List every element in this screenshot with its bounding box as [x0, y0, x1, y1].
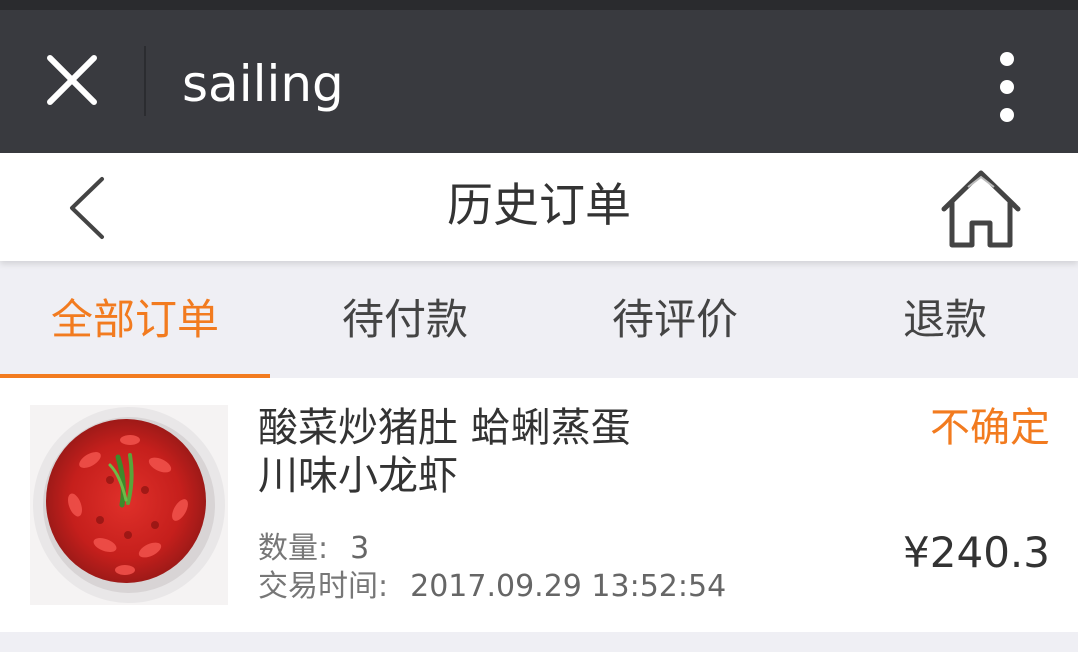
quantity-value: 3 [350, 531, 370, 566]
status-bar [0, 0, 1078, 10]
time-label: 交易时间: [258, 569, 389, 604]
page-header: 历史订单 [0, 153, 1078, 261]
order-status: 不确定 [930, 405, 1050, 451]
tab-pending-review[interactable]: 待评价 [540, 261, 810, 378]
home-button[interactable] [938, 167, 1024, 251]
browser-top-bar: sailing [0, 10, 1078, 153]
divider [144, 46, 146, 116]
close-icon [47, 55, 97, 105]
order-card[interactable]: 酸菜炒猪肚 蛤蜊蒸蛋 川味小龙虾 不确定 数量: 3 交易时间: 2017.09.2… [0, 378, 1078, 632]
tab-pending-payment[interactable]: 待付款 [270, 261, 540, 378]
tab-refund[interactable]: 退款 [810, 261, 1078, 378]
order-thumbnail [30, 405, 228, 605]
order-items-line: 川味小龙虾 [258, 453, 458, 499]
order-time: 交易时间: 2017.09.29 13:52:54 [258, 568, 726, 606]
time-value: 2017.09.29 13:52:54 [410, 569, 727, 604]
more-button[interactable] [988, 50, 1028, 126]
page-title: 历史订单 [447, 178, 631, 232]
quantity-label: 数量: [258, 531, 329, 566]
order-price: ¥240.3 [903, 528, 1050, 577]
more-icon-dot [1000, 80, 1014, 94]
order-items-line: 酸菜炒猪肚 蛤蜊蒸蛋 [258, 405, 631, 451]
order-quantity: 数量: 3 [258, 530, 369, 568]
order-tabs: 全部订单 待付款 待评价 退款 [0, 261, 1078, 378]
order-items: 酸菜炒猪肚 蛤蜊蒸蛋 川味小龙虾 [258, 404, 858, 500]
crayfish-dish-image [33, 407, 225, 603]
more-icon-dot [1000, 108, 1014, 122]
close-button[interactable] [40, 48, 104, 112]
tab-all-orders[interactable]: 全部订单 [0, 261, 270, 378]
more-icon [1000, 52, 1014, 66]
app-title: sailing [182, 55, 344, 113]
home-icon [941, 170, 1021, 248]
